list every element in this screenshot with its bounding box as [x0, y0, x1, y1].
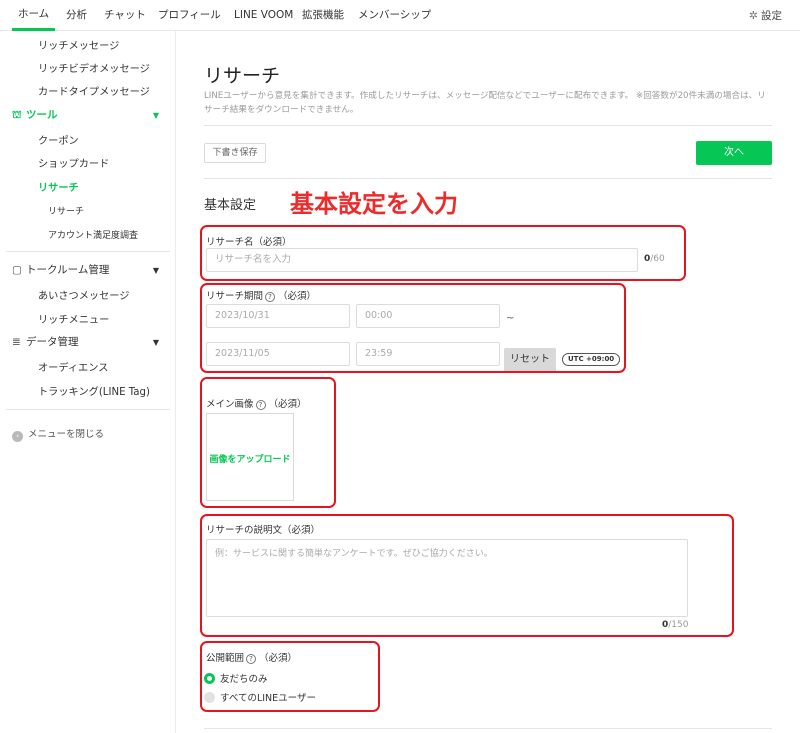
sidebar-item-greeting-message[interactable]: あいさつメッセージ: [38, 287, 129, 302]
divider: [6, 251, 170, 252]
sidebar-item-tracking[interactable]: トラッキング(LINE Tag): [38, 383, 150, 398]
annotation-box-name: [200, 225, 686, 281]
chevron-left-icon: ‹: [12, 431, 23, 442]
tab-line-voom[interactable]: LINE VOOM: [234, 0, 293, 31]
save-draft-button[interactable]: 下書き保存: [204, 143, 266, 163]
tab-home[interactable]: ホーム: [12, 0, 56, 31]
annotation-box-period: [200, 283, 626, 373]
sidebar-group-label: データ管理: [26, 336, 79, 348]
collapse-menu-label: メニューを閉じる: [28, 429, 105, 440]
sidebar-group-label: トークルーム管理: [26, 264, 110, 276]
tab-membership[interactable]: メンバーシップ: [358, 0, 431, 31]
tab-chat[interactable]: チャット: [104, 0, 146, 31]
top-navigation: ホーム 分析 チャット プロフィール LINE VOOM 拡張機能 メンバーシッ…: [0, 0, 800, 31]
talkroom-icon: ▢: [12, 264, 22, 276]
tab-analytics[interactable]: 分析: [66, 0, 87, 31]
sidebar-item-shop-card[interactable]: ショップカード: [38, 155, 109, 170]
divider: [204, 125, 772, 126]
sidebar-group-data[interactable]: ≣ データ管理: [12, 334, 79, 349]
gear-icon: ✲: [748, 9, 758, 22]
section-title: 基本設定: [204, 198, 257, 213]
divider: [204, 178, 772, 179]
chevron-down-icon[interactable]: ▼: [153, 111, 159, 120]
sidebar-group-tools[interactable]: ⛫ ツール: [12, 107, 58, 123]
sidebar-subitem-account-satisfaction[interactable]: アカウント満足度調査: [48, 228, 138, 241]
settings-label: 設定: [761, 10, 782, 22]
divider: [6, 409, 170, 410]
page-description: LINEユーザーから意見を集計できます。作成したリサーチは、メッセージ配信などで…: [204, 91, 766, 115]
sidebar-group-label: ツール: [26, 109, 58, 121]
next-button[interactable]: 次へ: [696, 141, 772, 165]
sidebar-item-card-type-message[interactable]: カードタイプメッセージ: [38, 83, 150, 98]
annotation-heading: 基本設定を入力: [290, 190, 458, 218]
sidebar: リッチメッセージ リッチビデオメッセージ カードタイプメッセージ ⛫ ツール ▼ …: [0, 31, 176, 733]
annotation-box-image: [200, 377, 336, 508]
sidebar-item-rich-video-message[interactable]: リッチビデオメッセージ: [38, 60, 150, 75]
page-title: リサーチ: [204, 65, 281, 87]
divider: [204, 728, 772, 729]
annotation-box-description: [200, 514, 734, 637]
shop-icon: ⛫: [12, 109, 22, 121]
tab-extensions[interactable]: 拡張機能: [302, 0, 344, 31]
sidebar-item-rich-message[interactable]: リッチメッセージ: [38, 37, 119, 52]
database-icon: ≣: [12, 336, 21, 348]
sidebar-group-talkroom[interactable]: ▢ トークルーム管理: [12, 262, 109, 277]
sidebar-item-audience[interactable]: オーディエンス: [38, 359, 108, 374]
sidebar-subitem-research[interactable]: リサーチ: [48, 204, 84, 217]
chevron-down-icon[interactable]: ▼: [153, 266, 159, 275]
annotation-box-visibility: [200, 641, 380, 712]
sidebar-item-coupon[interactable]: クーポン: [38, 132, 79, 147]
chevron-down-icon[interactable]: ▼: [153, 338, 159, 347]
settings-link[interactable]: ✲ 設定: [749, 0, 782, 31]
sidebar-item-research[interactable]: リサーチ: [38, 179, 79, 194]
collapse-menu-button[interactable]: ‹ メニューを閉じる: [12, 426, 104, 442]
tab-profile[interactable]: プロフィール: [158, 0, 221, 31]
sidebar-item-rich-menu[interactable]: リッチメニュー: [38, 311, 109, 326]
